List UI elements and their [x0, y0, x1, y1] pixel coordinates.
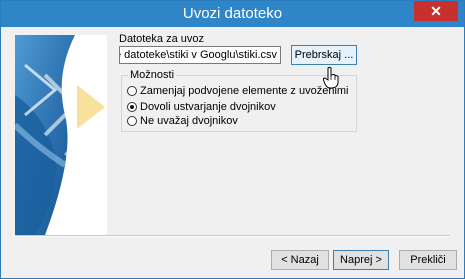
radio-label: Zamenjaj podvojene elemente z uvoženimi: [140, 85, 349, 97]
radio-allow-duplicates[interactable]: Dovoli ustvarjanje dvojnikov: [127, 100, 276, 114]
title-bar: Uvozi datoteko ✕: [1, 1, 464, 27]
close-button[interactable]: ✕: [414, 1, 458, 21]
radio-label: Ne uvažaj dvojnikov: [140, 115, 238, 127]
radio-replace-duplicates[interactable]: Zamenjaj podvojene elemente z uvoženimi: [127, 84, 349, 98]
options-group: Možnosti Zamenjaj podvojene elemente z u…: [121, 69, 357, 132]
import-dialog: Uvozi datoteko ✕ Datoteka za uvoz r: [0, 0, 465, 279]
window-title: Uvozi datoteko: [182, 5, 283, 22]
file-to-import-label: Datoteka za uvoz: [119, 33, 204, 45]
radio-button[interactable]: [127, 116, 137, 126]
browse-button[interactable]: Prebrskaj ...: [291, 45, 357, 65]
cancel-button[interactable]: Prekliči: [399, 250, 457, 270]
radio-button[interactable]: [127, 86, 137, 96]
back-button[interactable]: < Nazaj: [271, 250, 329, 270]
radio-do-not-import-duplicates[interactable]: Ne uvažaj dvojnikov: [127, 114, 238, 128]
radio-button-selected[interactable]: [127, 102, 137, 112]
footer-separator: [15, 235, 450, 237]
next-button[interactable]: Naprej >: [333, 250, 389, 270]
options-group-title: Možnosti: [128, 69, 177, 81]
wizard-banner-image: [15, 35, 107, 235]
hand-pointer-icon: [322, 67, 339, 94]
close-icon: ✕: [430, 3, 442, 19]
file-path-value: rčne datoteke\stiki v Googlu\stiki.csv: [120, 49, 277, 61]
radio-label: Dovoli ustvarjanje dvojnikov: [140, 101, 276, 113]
file-path-input[interactable]: rčne datoteke\stiki v Googlu\stiki.csv: [119, 46, 281, 64]
